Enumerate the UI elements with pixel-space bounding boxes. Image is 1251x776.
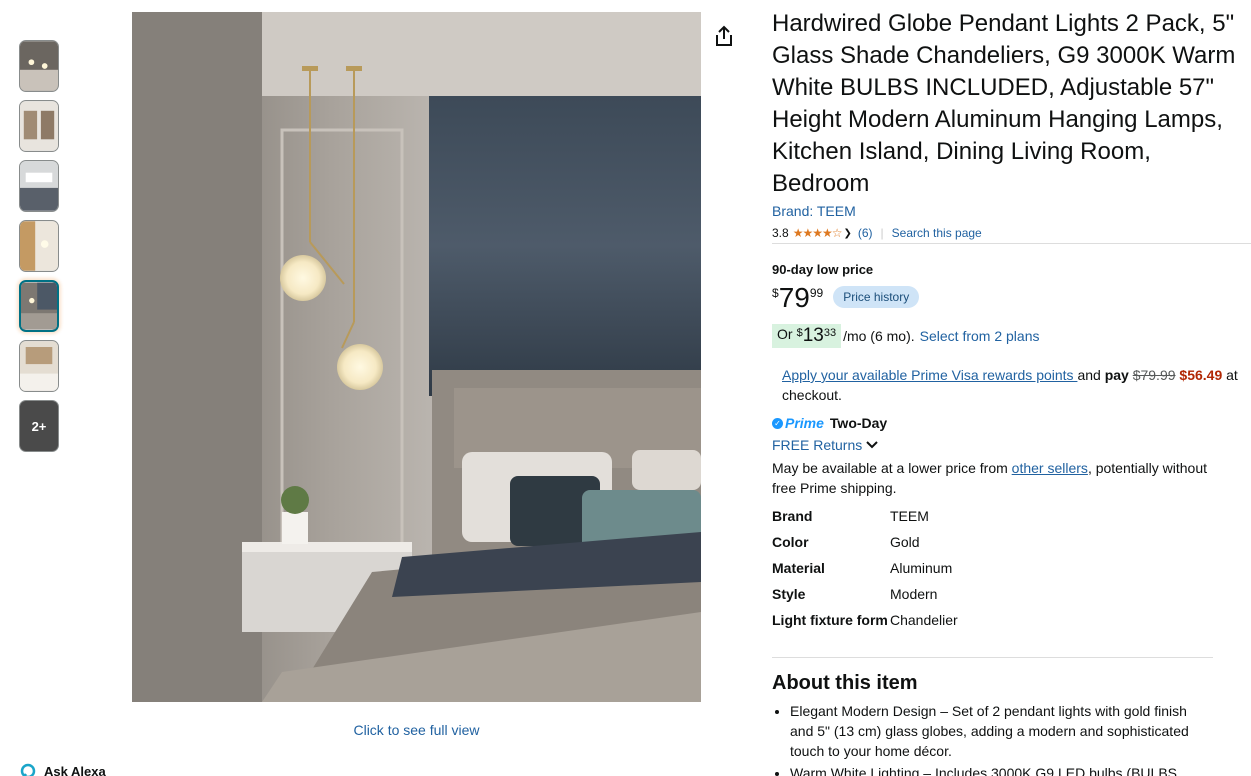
lower-price-note: May be available at a lower price from o…	[772, 458, 1212, 498]
spec-key: Style	[772, 586, 806, 602]
spec-row: Color Gold	[772, 532, 1212, 552]
alexa-icon	[20, 763, 36, 776]
price-fraction: 99	[809, 286, 824, 300]
prime-visa-link[interactable]: Apply your available Prime Visa rewards …	[782, 367, 1077, 383]
thumbnail-5-selected[interactable]	[19, 280, 59, 332]
spec-value: Chandelier	[890, 612, 958, 628]
two-day-label: Two-Day	[829, 415, 888, 431]
more-images-label: 2+	[31, 418, 47, 434]
rating-row: 3.8 ★★★★☆ ❯ (6) | Search this page	[772, 226, 1242, 240]
spec-key: Light fixture form	[772, 612, 888, 628]
spec-key: Brand	[772, 508, 813, 524]
spec-key: Material	[772, 560, 825, 576]
price-history-button[interactable]: Price history	[833, 286, 920, 308]
visa-pay: pay	[1104, 367, 1129, 383]
low-price-label: 90-day low price	[772, 262, 874, 277]
more-images-thumbnail[interactable]: 2+	[19, 400, 59, 452]
free-returns-link[interactable]: FREE Returns	[772, 437, 878, 453]
thumbnail-3[interactable]	[19, 160, 59, 212]
product-title: Hardwired Globe Pendant Lights 2 Pack, 5…	[772, 10, 1236, 197]
price-currency: $	[772, 286, 779, 300]
ask-alexa-label: Ask Alexa	[44, 763, 106, 776]
select-plans-link[interactable]: Select from 2 plans	[920, 328, 1040, 344]
click-full-view-link[interactable]: Click to see full view	[132, 722, 701, 738]
visa-and: and	[1077, 367, 1105, 383]
about-bullet: Elegant Modern Design – Set of 2 pendant…	[790, 701, 1212, 761]
thumbnail-4[interactable]	[19, 220, 59, 272]
prime-check-icon: ✓	[772, 417, 783, 429]
about-bullets: Elegant Modern Design – Set of 2 pendant…	[790, 701, 1212, 776]
about-bullet: Warm White Lighting – Includes 3000K G9 …	[790, 763, 1212, 776]
chevron-down-icon[interactable]: ❯	[843, 228, 851, 239]
spec-value: Aluminum	[890, 560, 953, 576]
ask-alexa[interactable]: Ask Alexa	[20, 763, 106, 776]
search-page-link[interactable]: Search this page	[892, 226, 982, 240]
thumbnail-1[interactable]	[19, 40, 59, 92]
spec-row: Brand TEEM	[772, 506, 1212, 526]
plan-suffix: /mo (6 mo).	[843, 328, 915, 344]
plan-fraction: 33	[823, 327, 837, 339]
spec-value: Gold	[890, 534, 920, 550]
spec-row: Light fixture form Chandelier	[772, 610, 1212, 630]
prime-visa-offer: Apply your available Prime Visa rewards …	[782, 365, 1251, 405]
product-info: Hardwired Globe Pendant Lights 2 Pack, 5…	[772, 8, 1242, 240]
prime-logo: Prime	[785, 415, 824, 431]
free-returns-label: FREE Returns	[772, 437, 863, 453]
about-heading: About this item	[772, 672, 918, 694]
visa-old-price: $79.99	[1132, 367, 1176, 383]
price: $ 79 99 Price history	[772, 282, 920, 314]
thumbnail-strip: 2+	[19, 40, 59, 460]
divider-line	[772, 657, 1213, 658]
plan-whole: 13	[802, 325, 824, 346]
divider: |	[880, 226, 884, 240]
product-specs-table: Brand TEEM Color Gold Material Aluminum …	[772, 506, 1212, 636]
share-icon[interactable]	[713, 24, 735, 48]
spec-key: Color	[772, 534, 809, 550]
spec-row: Style Modern	[772, 584, 1212, 604]
rating-value: 3.8	[772, 226, 789, 240]
star-rating-icon[interactable]: ★★★★☆	[793, 226, 843, 240]
chevron-down-icon	[866, 441, 878, 449]
divider-line	[772, 243, 1251, 244]
spec-value: Modern	[890, 586, 938, 602]
brand-link[interactable]: Brand: TEEM	[772, 202, 1242, 220]
main-product-image[interactable]	[132, 12, 701, 702]
other-sellers-link[interactable]: other sellers	[1012, 460, 1088, 476]
prime-delivery: ✓ Prime Two-Day	[772, 415, 887, 431]
price-whole: 79	[778, 282, 810, 313]
spec-row: Material Aluminum	[772, 558, 1212, 578]
spec-value: TEEM	[890, 508, 929, 524]
plan-prefix: Or	[777, 326, 793, 342]
installment-plan: Or $ 13 33 /mo (6 mo). Select from 2 pla…	[772, 324, 1040, 348]
visa-new-price: $56.49	[1179, 367, 1223, 383]
rating-count-link[interactable]: (6)	[858, 226, 873, 240]
lower-price-pre: May be available at a lower price from	[772, 460, 1012, 476]
plan-amount: Or $ 13 33	[772, 324, 842, 348]
thumbnail-2[interactable]	[19, 100, 59, 152]
thumbnail-6[interactable]	[19, 340, 59, 392]
